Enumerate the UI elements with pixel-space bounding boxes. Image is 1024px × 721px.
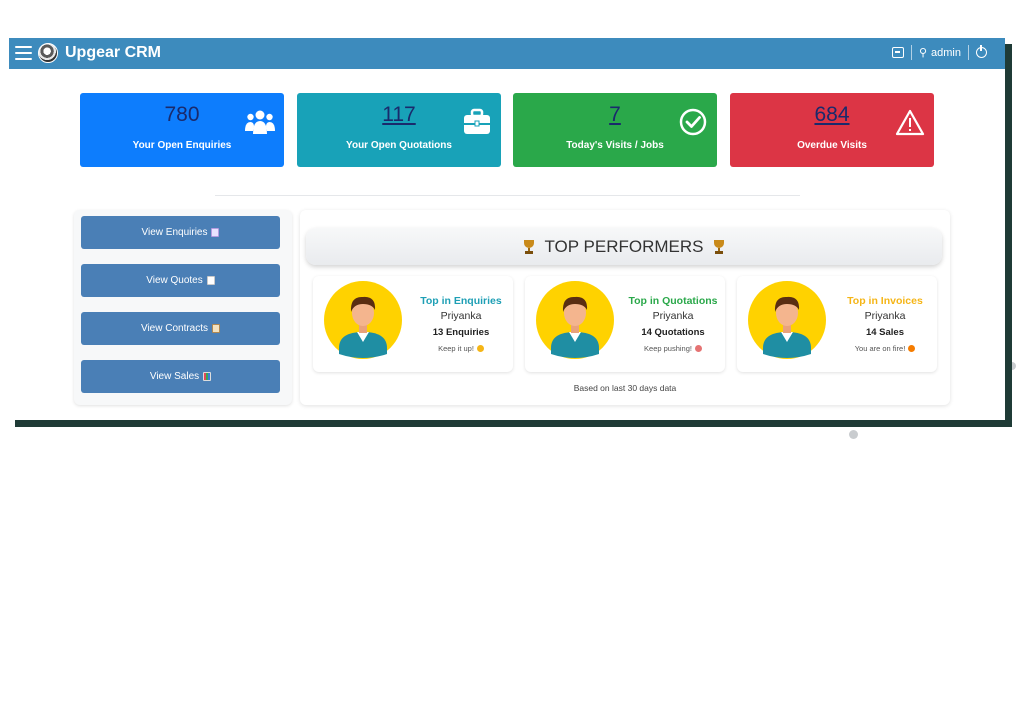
- avatar-icon: [324, 281, 402, 359]
- stat-label: Your Open Quotations: [346, 140, 452, 151]
- language-icon[interactable]: [891, 47, 904, 58]
- performer-count: 14 Sales: [865, 327, 905, 338]
- performer-count: 14 Quotations: [641, 327, 705, 338]
- stat-card-enquiries[interactable]: 780 Your Open Enquiries: [80, 93, 284, 167]
- performer-note: Keep pushing!: [621, 344, 725, 353]
- performer-card-invoices: Top in Invoices Priyanka 14 Sales You ar…: [737, 276, 937, 372]
- flexed-arm-icon: [476, 345, 484, 352]
- view-enquiries-button[interactable]: View Enquiries: [81, 216, 280, 249]
- users-icon: [245, 110, 275, 134]
- avatar-icon: [536, 281, 614, 359]
- divider: [910, 45, 912, 60]
- briefcase-icon: [464, 108, 490, 134]
- quick-links-panel: View Enquiries View Quotes View Contract…: [74, 210, 292, 405]
- view-contracts-button[interactable]: View Contracts: [81, 312, 280, 345]
- warning-icon: [895, 109, 925, 136]
- stat-card-overdue[interactable]: 684 Overdue Visits: [730, 93, 934, 167]
- data-footnote: Based on last 30 days data: [573, 383, 677, 393]
- button-label: View Quotes: [146, 275, 203, 286]
- note-text: You are on fire!: [854, 344, 906, 353]
- menu-icon[interactable]: [15, 46, 32, 60]
- avatar-icon: [748, 281, 826, 359]
- top-navbar: Upgear CRM ⚲ admin: [9, 38, 1005, 69]
- bar-chart-icon: [203, 372, 212, 381]
- document-icon: [211, 228, 220, 237]
- top-performers-title: TOP PERFORMERS: [544, 236, 704, 256]
- top-performers-header: TOP PERFORMERS: [306, 228, 942, 265]
- performer-card-quotations: Top in Quotations Priyanka 14 Quotations…: [525, 276, 725, 372]
- check-circle-icon: [679, 108, 707, 136]
- clipboard-icon: [212, 324, 221, 333]
- user-name[interactable]: admin: [931, 47, 961, 59]
- page-icon: [206, 276, 215, 285]
- performer-count: 13 Enquiries: [432, 327, 490, 338]
- performer-note: Keep it up!: [409, 344, 513, 353]
- performer-name: Priyanka: [652, 310, 694, 322]
- button-label: View Enquiries: [141, 227, 208, 238]
- brand-logo-icon: [38, 43, 58, 63]
- background-dot: [849, 430, 858, 439]
- top-performers-panel: TOP PERFORMERS Top in Enquiries Priyanka…: [300, 210, 950, 405]
- performer-name: Priyanka: [440, 310, 482, 322]
- performer-title: Top in Enquiries: [420, 295, 502, 307]
- rocket-icon: [694, 345, 702, 352]
- performer-card-enquiries: Top in Enquiries Priyanka 13 Enquiries K…: [313, 276, 513, 372]
- performer-note: You are on fire!: [833, 344, 937, 353]
- stat-label: Your Open Enquiries: [132, 140, 232, 151]
- user-icon: ⚲: [918, 47, 928, 59]
- button-label: View Contracts: [140, 323, 209, 334]
- note-text: Keep it up!: [438, 344, 474, 353]
- performer-name: Priyanka: [864, 310, 906, 322]
- note-text: Keep pushing!: [644, 344, 692, 353]
- section-divider: [215, 195, 800, 196]
- trophy-icon: [712, 239, 726, 254]
- topbar-actions: ⚲ admin: [891, 45, 987, 60]
- power-icon[interactable]: [976, 45, 987, 58]
- performer-title: Top in Invoices: [847, 295, 923, 307]
- stat-card-quotations[interactable]: 117 Your Open Quotations: [297, 93, 501, 167]
- view-sales-button[interactable]: View Sales: [81, 360, 280, 393]
- performer-title: Top in Quotations: [628, 295, 718, 307]
- app-title[interactable]: Upgear CRM: [65, 44, 161, 62]
- view-quotes-button[interactable]: View Quotes: [81, 264, 280, 297]
- trophy-icon: [522, 239, 536, 254]
- stat-label: Overdue Visits: [797, 140, 867, 151]
- stat-card-visits[interactable]: 7 Today's Visits / Jobs: [513, 93, 717, 167]
- button-label: View Sales: [149, 371, 200, 382]
- divider: [968, 45, 969, 60]
- app-window: Upgear CRM ⚲ admin 780 Your Open Enquiri…: [9, 38, 1005, 420]
- fire-icon: [908, 345, 916, 352]
- stat-label: Today's Visits / Jobs: [566, 140, 664, 151]
